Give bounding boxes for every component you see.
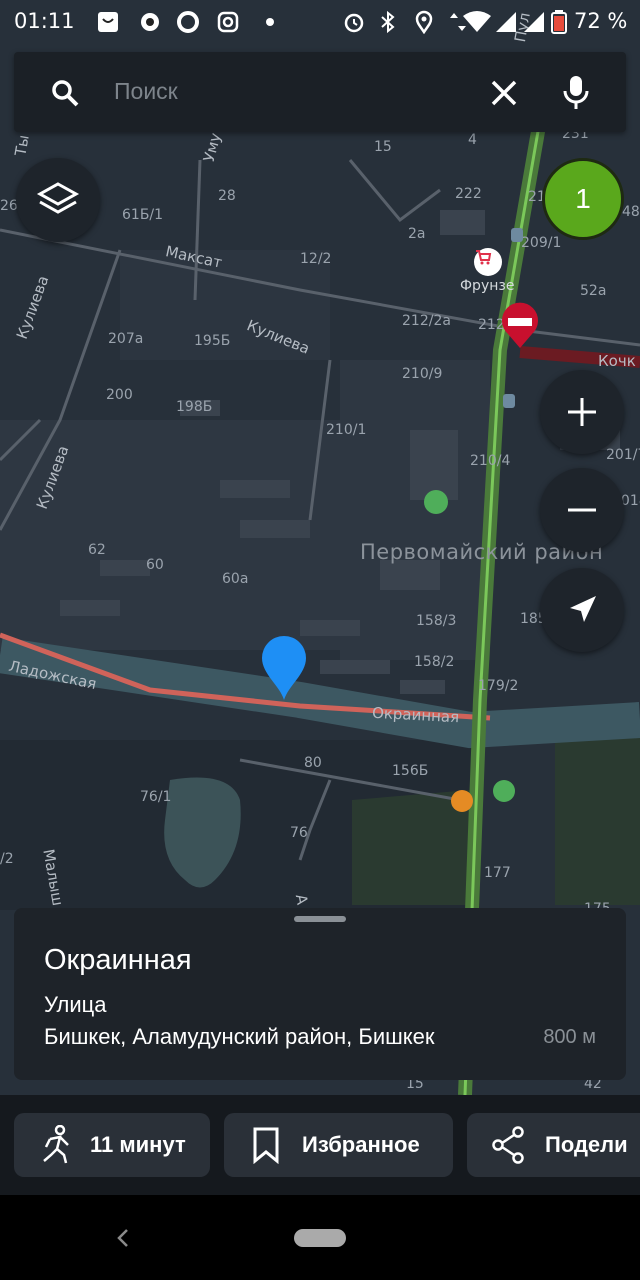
street-label-kochk: Кочк (598, 352, 636, 370)
house-number: 177 (484, 865, 511, 881)
bus-stop-icon[interactable] (511, 228, 523, 242)
place-distance: 800 м (543, 1026, 596, 1048)
location-pin-icon[interactable] (260, 634, 308, 702)
alarm-icon (344, 13, 364, 33)
bag-notification-icon (98, 12, 118, 32)
back-icon[interactable] (114, 1227, 132, 1249)
market-poi-icon[interactable] (424, 490, 448, 514)
house-number: 48 (622, 204, 640, 220)
plus-icon (568, 398, 596, 426)
house-number: 61Б/1 (122, 207, 164, 223)
bookmark-label: Избранное (302, 1132, 420, 1157)
street-label-okrainnaya: Окраинная (371, 703, 460, 727)
navigation-arrow-icon (570, 596, 596, 622)
zoom-in-button[interactable] (540, 370, 624, 454)
walking-time-label: 11 минут (90, 1132, 186, 1157)
system-navigation-bar (0, 1195, 640, 1280)
house-number: 80 (304, 755, 322, 771)
restaurant-poi-icon[interactable] (451, 790, 473, 812)
house-number: 52а (580, 283, 607, 299)
house-number: 210/4 (470, 453, 511, 469)
house-number: 12/2 (300, 251, 332, 267)
share-button[interactable]: Подели (467, 1113, 640, 1177)
home-pill[interactable] (294, 1229, 346, 1247)
shop-poi-icon[interactable] (474, 248, 502, 276)
my-location-button[interactable] (540, 568, 624, 652)
house-number: 198Б (176, 399, 213, 415)
status-bar: 01:11 72 % (0, 0, 640, 44)
minus-icon (568, 508, 596, 512)
house-number: 179/2 (478, 678, 519, 694)
search-input[interactable]: Поиск (114, 78, 178, 105)
action-bar: 11 минут Избранное Подели (0, 1095, 640, 1195)
house-number: 60 (146, 557, 164, 573)
bus-stop-icon[interactable] (503, 394, 515, 408)
search-icon[interactable] (50, 78, 80, 108)
fuel-poi-icon[interactable] (493, 780, 515, 802)
house-number: 15 (374, 139, 392, 155)
zoom-out-button[interactable] (540, 468, 624, 552)
battery-level: 72 % (574, 9, 628, 33)
close-icon[interactable] (490, 79, 518, 107)
drag-handle[interactable] (294, 916, 346, 922)
house-number: 195Б (194, 333, 231, 349)
location-icon (415, 10, 433, 34)
house-number: 62 (88, 542, 106, 558)
bookmark-icon (253, 1127, 279, 1164)
house-number: 4 (468, 132, 477, 148)
house-number: 210/9 (402, 366, 443, 382)
place-card[interactable]: Окраинная Улица Бишкек, Аламудунский рай… (14, 908, 626, 1080)
walking-route-button[interactable]: 11 минут (14, 1113, 210, 1177)
house-number: 222 (455, 186, 482, 202)
route-count-badge[interactable]: 1 (542, 158, 624, 240)
walking-person-icon (43, 1125, 69, 1164)
house-number: 200 (106, 387, 133, 403)
house-number: 207а (108, 331, 144, 347)
place-title: Окраинная (44, 944, 192, 976)
layers-button[interactable] (16, 158, 100, 242)
bluetooth-icon (381, 10, 395, 34)
status-time: 01:11 (14, 9, 75, 33)
search-bar[interactable]: Поиск (14, 52, 626, 132)
house-number: 158/2 (414, 654, 455, 670)
place-type: Улица (44, 992, 107, 1017)
layers-icon (36, 182, 80, 214)
house-number: 28 (218, 188, 236, 204)
house-number: 210/1 (326, 422, 367, 438)
more-notifications-icon (266, 18, 274, 26)
wifi-icon (463, 11, 491, 32)
house-number: 201/7 (606, 447, 640, 463)
house-number: 76/1 (140, 789, 172, 805)
signal-icon (524, 12, 544, 32)
sync-notification-icon (177, 11, 199, 33)
house-number: 209/1 (521, 235, 562, 251)
house-number: 212/2а (402, 313, 451, 329)
street-label-ty: Ты (11, 133, 33, 158)
house-number: /2 (0, 851, 14, 867)
traffic-block-icon[interactable] (498, 300, 542, 350)
house-number: 2а (408, 226, 426, 242)
poi-label-frunze: Фрунзе (460, 278, 515, 294)
house-number: 158/3 (416, 613, 457, 629)
house-number: 76 (290, 825, 308, 841)
app-notification-icon (141, 13, 159, 31)
share-icon (492, 1126, 524, 1164)
share-label: Подели (545, 1132, 628, 1157)
signal-icon (496, 12, 516, 32)
bookmark-button[interactable]: Избранное (224, 1113, 453, 1177)
place-address: Бишкек, Аламудунский район, Бишкек (44, 1024, 435, 1049)
house-number: 60а (222, 571, 249, 587)
battery-icon (551, 10, 567, 34)
microphone-icon[interactable] (562, 74, 590, 112)
house-number: 156Б (392, 763, 429, 779)
instagram-icon (217, 11, 239, 33)
